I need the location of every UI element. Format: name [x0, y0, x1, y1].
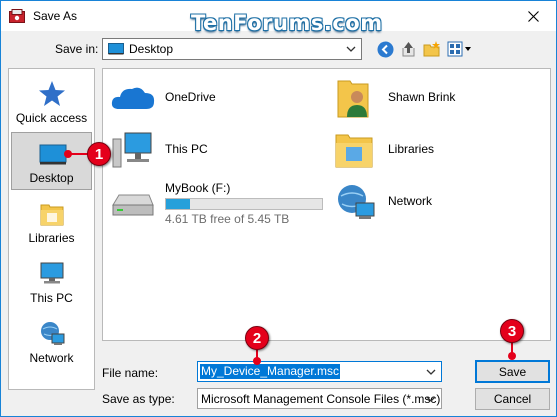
file-name: This PC: [165, 142, 208, 156]
place-desktop[interactable]: Desktop: [11, 132, 92, 190]
back-button[interactable]: [375, 39, 395, 59]
up-folder-icon: [402, 42, 415, 57]
cancel-button-label: Cancel: [493, 392, 532, 406]
file-item-shawn-brink[interactable]: Shawn Brink: [332, 77, 532, 121]
this-pc-icon: [40, 262, 64, 284]
file-name: OneDrive: [165, 90, 216, 104]
save-in-value: Desktop: [129, 42, 174, 56]
title-bar: Save As TenForums.com: [1, 1, 556, 35]
chevron-down-icon: [426, 396, 436, 402]
file-name: Shawn Brink: [388, 90, 456, 104]
callout-badge-2: 2: [245, 326, 269, 350]
view-menu-icon: [447, 41, 471, 57]
callout-badge-1: 1: [87, 142, 111, 166]
file-name-value: My_Device_Manager.msc: [200, 364, 341, 379]
callout-badge-3: 3: [500, 319, 524, 343]
place-label: This PC: [30, 291, 73, 305]
network-icon: [41, 322, 65, 345]
network-icon: [338, 185, 375, 219]
place-libraries[interactable]: Libraries: [11, 193, 92, 251]
new-folder-icon: [423, 41, 440, 57]
file-item-network[interactable]: Network: [332, 181, 532, 225]
drive-usage-fill: [166, 199, 191, 209]
chevron-down-icon: [426, 369, 436, 375]
place-label: Desktop: [29, 171, 74, 185]
close-icon: [527, 10, 539, 22]
save-as-type-value: Microsoft Management Console Files (*.ms…: [201, 391, 441, 406]
callout-1-dot: [64, 150, 72, 158]
place-quick-access[interactable]: Quick access: [11, 73, 92, 131]
desktop-icon: [108, 43, 124, 55]
save-in-label: Save in:: [55, 42, 99, 56]
file-item-libraries[interactable]: Libraries: [332, 129, 532, 173]
star-icon: [39, 81, 65, 106]
cancel-button[interactable]: Cancel: [475, 388, 550, 410]
app-icon: [9, 9, 25, 23]
back-icon: [377, 41, 393, 57]
file-item-mybook-drive[interactable]: MyBook (F:) 4.61 TB free of 5.45 TB: [109, 177, 329, 227]
drive-free-space: 4.61 TB free of 5.45 TB: [165, 212, 290, 226]
place-network[interactable]: Network: [11, 313, 92, 371]
save-as-dialog: Save As TenForums.com Save in: Desktop Q…: [0, 0, 557, 417]
libraries-icon: [335, 134, 373, 168]
file-item-this-pc[interactable]: This PC: [109, 129, 309, 173]
file-name-label: File name:: [102, 366, 159, 380]
place-label: Quick access: [15, 111, 88, 125]
new-folder-button[interactable]: [422, 39, 442, 59]
file-name: Network: [388, 194, 433, 208]
file-name-input[interactable]: My_Device_Manager.msc: [197, 361, 442, 382]
file-item-onedrive[interactable]: OneDrive: [109, 77, 309, 121]
save-button[interactable]: Save: [475, 360, 550, 383]
up-folder-button[interactable]: [399, 39, 419, 59]
save-in-dropdown[interactable]: Desktop: [102, 38, 362, 60]
save-button-label: Save: [498, 364, 527, 379]
callout-1-line: [69, 153, 89, 155]
this-pc-icon: [112, 132, 152, 168]
place-label: Network: [29, 351, 74, 365]
user-folder-icon: [337, 80, 369, 118]
callout-3-dot: [508, 352, 516, 360]
save-as-type-label: Save as type:: [102, 392, 175, 406]
watermark-text: TenForums.com: [191, 11, 383, 35]
onedrive-icon: [111, 87, 155, 109]
callout-2-dot: [253, 357, 261, 365]
save-as-type-dropdown[interactable]: Microsoft Management Console Files (*.ms…: [197, 388, 442, 409]
window-title: Save As: [33, 9, 78, 23]
drive-usage-bar: [165, 198, 323, 210]
file-list: OneDrive Shawn Brink This PC Libraries M…: [102, 68, 551, 341]
places-bar: Quick access Desktop Libraries This PC N…: [8, 68, 95, 390]
file-name: MyBook (F:): [165, 181, 231, 195]
close-button[interactable]: [510, 1, 556, 31]
drive-icon: [112, 194, 154, 216]
view-menu-button[interactable]: [446, 39, 472, 59]
file-name: Libraries: [388, 142, 435, 156]
place-label: Libraries: [28, 231, 75, 245]
libraries-icon: [40, 204, 64, 226]
place-this-pc[interactable]: This PC: [11, 253, 92, 311]
chevron-down-icon: [346, 46, 356, 52]
